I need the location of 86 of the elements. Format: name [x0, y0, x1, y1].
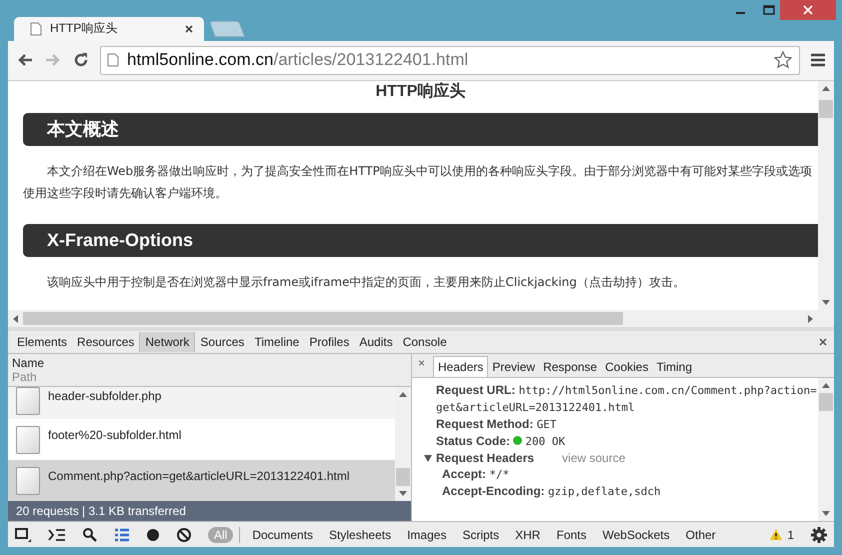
filter-button[interactable]: Other: [680, 526, 722, 542]
request-summary: 20 requests | 3.1 KB transferred: [8, 501, 411, 521]
scroll-down-icon[interactable]: [822, 300, 830, 305]
scroll-thumb[interactable]: [396, 468, 410, 486]
page-icon: [107, 53, 119, 68]
page-icon: [30, 22, 42, 36]
menu-icon[interactable]: [810, 53, 826, 68]
search-icon[interactable]: [82, 526, 98, 542]
header-line: Request Method: GET: [436, 416, 558, 433]
filter-button[interactable]: WebSockets: [596, 526, 676, 542]
back-icon[interactable]: [16, 52, 34, 68]
detail-tab[interactable]: Headers: [433, 356, 488, 377]
expand-triangle-icon[interactable]: [424, 454, 432, 462]
request-row[interactable]: Comment.php?action=get&articleURL=2013122401.html: [8, 460, 395, 501]
horizontal-scrollbar[interactable]: [8, 310, 834, 327]
console-icon[interactable]: [48, 528, 66, 542]
scroll-up-icon[interactable]: [822, 86, 830, 91]
filter-button[interactable]: Scripts: [456, 526, 506, 542]
scroll-left-icon[interactable]: [13, 314, 18, 322]
page-title: HTTP响应头: [374, 81, 466, 102]
star-icon[interactable]: [773, 50, 793, 70]
filter-button[interactable]: Stylesheets: [323, 526, 398, 542]
header-line: Status Code: 200 OK: [436, 433, 566, 450]
section-title: Request Headers: [436, 450, 534, 466]
filter-button[interactable]: Documents: [246, 526, 320, 542]
tab-title: HTTP响应头: [50, 20, 118, 38]
browser-tab[interactable]: HTTP响应头: [14, 16, 204, 41]
status-dot: [513, 436, 522, 445]
filter-button[interactable]: Fonts: [550, 526, 592, 542]
devtools-tab[interactable]: Profiles: [304, 332, 354, 352]
url-text: html5online.com.cn/articles/2013122401.html: [127, 50, 470, 70]
scroll-down-icon[interactable]: [822, 511, 830, 516]
scroll-thumb[interactable]: [819, 100, 833, 118]
clear-icon[interactable]: [176, 526, 192, 542]
maximize-icon: [762, 5, 774, 15]
paragraph-line: 本文介绍在Web服务器做出响应时，为了提高安全性而在HTTP响应头中可以使用的各种响应头字段。由于部分浏览器中有可能对某些字段或选项: [46, 163, 813, 180]
record-icon[interactable]: [146, 528, 160, 542]
detail-tab[interactable]: Preview: [488, 357, 540, 377]
view-source-link[interactable]: view source: [562, 450, 626, 466]
dock-icon[interactable]: [14, 526, 32, 542]
section-heading: X-Frame-Options: [23, 224, 818, 257]
warning-icon[interactable]: [769, 528, 784, 541]
scroll-up-icon[interactable]: [822, 383, 830, 388]
request-row[interactable]: footer%20-subfolder.html: [8, 419, 395, 460]
column-subheader: Path: [12, 370, 37, 384]
list-icon[interactable]: [114, 528, 130, 542]
devtools-tab[interactable]: Console: [398, 332, 452, 352]
file-icon: [16, 467, 40, 495]
devtools-tab[interactable]: Resources: [72, 332, 140, 352]
header-line: Accept: */*: [441, 466, 510, 483]
settings-icon[interactable]: [810, 526, 828, 544]
detail-tab[interactable]: Timing: [652, 357, 696, 377]
detail-tab[interactable]: Response: [539, 357, 602, 377]
address-bar[interactable]: html5online.com.cn/articles/2013122401.html: [100, 46, 800, 75]
paragraph-line: 该响应头中用于控制是否在浏览器中显示frame或iframe中指定的页面，主要用来防止Clickjacking（点击劫持）攻击。: [46, 274, 686, 291]
scroll-down-icon[interactable]: [399, 491, 407, 496]
file-icon: [16, 387, 40, 415]
warning-count[interactable]: 1: [787, 528, 794, 542]
list-scrollbar[interactable]: [395, 387, 411, 501]
header-line: Request URL: http://html5online.com.cn/Comment.php?action=get&articleURL=2013122401.html: [436, 382, 818, 416]
close-button[interactable]: [780, 0, 836, 20]
scroll-right-icon[interactable]: [808, 314, 813, 322]
vertical-scrollbar[interactable]: [818, 81, 834, 310]
filter-button[interactable]: Images: [401, 526, 452, 542]
scroll-up-icon[interactable]: [399, 392, 407, 397]
close-icon: [803, 5, 813, 15]
section-heading: 本文概述: [23, 113, 818, 146]
header-line: Accept-Encoding: gzip,deflate,sdch: [441, 483, 662, 500]
devtools-tab[interactable]: Network: [139, 332, 196, 352]
detail-tab[interactable]: Cookies: [601, 357, 652, 377]
devtools-tab[interactable]: Audits: [354, 332, 398, 352]
close-detail-button[interactable]: ×: [418, 356, 426, 370]
scroll-thumb[interactable]: [23, 312, 623, 325]
close-icon[interactable]: [818, 337, 828, 347]
file-icon: [16, 426, 40, 454]
scroll-thumb[interactable]: [819, 393, 833, 411]
request-row[interactable]: header-subfolder.php: [8, 387, 395, 419]
column-header[interactable]: Name: [12, 356, 44, 370]
close-tab-icon[interactable]: [184, 24, 194, 34]
devtools-tab[interactable]: Timeline: [249, 332, 304, 352]
detail-scrollbar[interactable]: [818, 378, 834, 521]
devtools-tab[interactable]: Sources: [195, 332, 250, 352]
minimize-icon: [736, 12, 745, 14]
paragraph-line: 使用这些字段时请先确认客户端环境。: [23, 185, 228, 202]
filter-button[interactable]: XHR: [509, 526, 546, 542]
devtools-tab[interactable]: Elements: [12, 332, 72, 352]
